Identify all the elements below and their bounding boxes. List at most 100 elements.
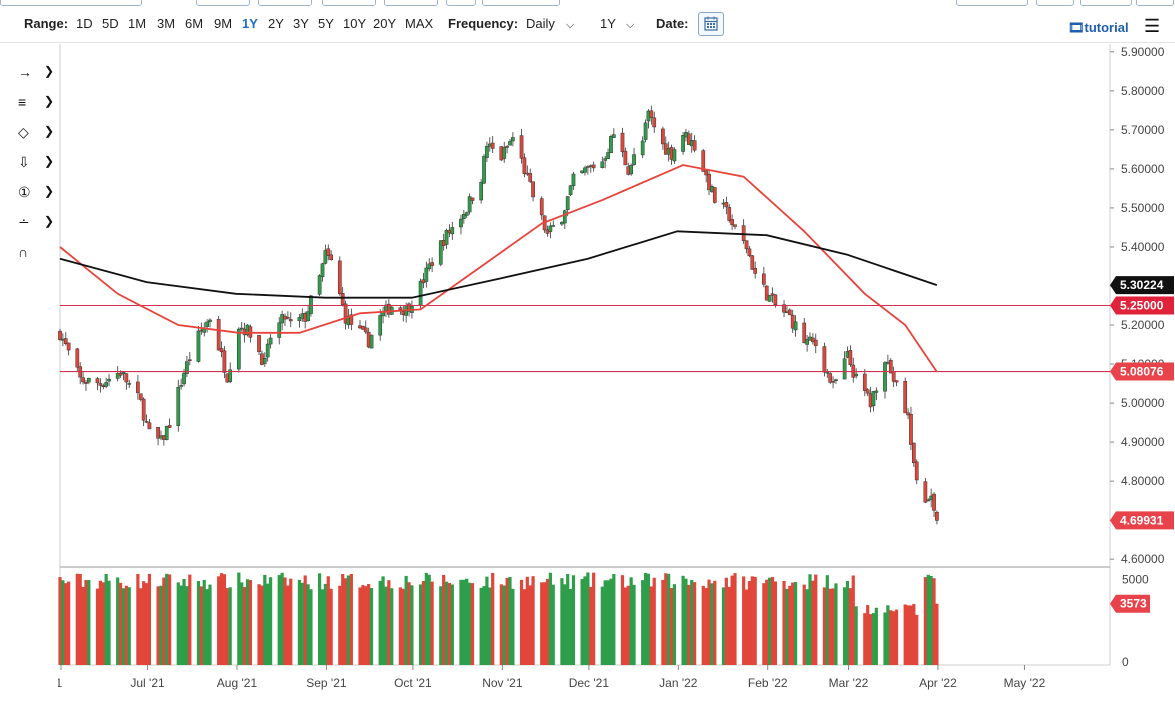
volume-bar bbox=[367, 584, 371, 665]
volume-bar bbox=[303, 575, 307, 665]
volume-bar bbox=[886, 605, 890, 665]
volume-bar bbox=[742, 576, 746, 665]
volume-bar bbox=[202, 579, 206, 665]
volume-bar bbox=[721, 587, 726, 665]
volume-bar bbox=[629, 577, 633, 665]
volume-bar bbox=[243, 586, 247, 665]
volume-bar bbox=[566, 573, 570, 665]
candle-body bbox=[609, 135, 613, 154]
volume-bar bbox=[116, 577, 120, 665]
candle-body bbox=[712, 187, 717, 203]
volume-bar bbox=[531, 576, 535, 665]
volume-bar bbox=[95, 588, 100, 665]
volume-bar bbox=[894, 609, 899, 665]
volume-bar bbox=[935, 603, 939, 665]
volume-bar bbox=[444, 581, 449, 665]
candle-body bbox=[490, 142, 495, 149]
volume-bar bbox=[583, 576, 587, 665]
volume-bar bbox=[848, 588, 852, 665]
price-chart[interactable]: 5.90000 5.80000 5.70000 5.60000 5.50000 5.400… bbox=[0, 0, 1175, 706]
volume-bar bbox=[765, 579, 769, 665]
x-tick-label: Dec '21 bbox=[569, 676, 610, 690]
candle-body bbox=[730, 219, 734, 226]
x-tick-label: Mar '22 bbox=[829, 676, 869, 690]
volume-bar bbox=[222, 574, 227, 665]
volume-bar bbox=[401, 588, 405, 665]
volume-bar bbox=[724, 577, 728, 665]
volume-bar bbox=[199, 586, 203, 665]
candle-body bbox=[672, 149, 677, 162]
volume-bar bbox=[364, 586, 368, 665]
candle-body bbox=[482, 156, 486, 184]
candle-body bbox=[531, 181, 535, 198]
candle-body bbox=[136, 381, 140, 394]
candle-body bbox=[539, 198, 544, 216]
volume-bar bbox=[268, 577, 273, 665]
volume-bar bbox=[791, 582, 795, 665]
candle-body bbox=[692, 140, 697, 151]
volume-tick-label: 5000 bbox=[1122, 572, 1149, 586]
candle-body bbox=[753, 268, 758, 274]
volume-bar bbox=[543, 582, 547, 665]
candle-body bbox=[822, 346, 827, 373]
candle-body bbox=[459, 218, 463, 228]
candle-body bbox=[84, 381, 88, 384]
candle-body bbox=[583, 167, 587, 173]
candle-body bbox=[600, 161, 605, 168]
candle-body bbox=[196, 330, 201, 362]
candle-body bbox=[571, 173, 576, 187]
volume-bar bbox=[462, 579, 466, 665]
volume-bar bbox=[563, 584, 567, 665]
volume-bar bbox=[124, 585, 128, 665]
volume-bar bbox=[358, 587, 362, 665]
candle-body bbox=[828, 373, 833, 383]
candle-body bbox=[138, 393, 143, 400]
volume-bar bbox=[568, 588, 573, 665]
volume-bar bbox=[782, 580, 786, 665]
volume-bar bbox=[488, 587, 492, 665]
candle-body bbox=[107, 378, 111, 382]
candle-body bbox=[268, 337, 273, 345]
y-tick-label: 5.80000 bbox=[1121, 84, 1165, 98]
volume-bar bbox=[260, 585, 264, 665]
volume-bar bbox=[205, 589, 209, 665]
volume-bar bbox=[906, 605, 910, 665]
volume-bar bbox=[866, 605, 870, 665]
volume-bar bbox=[834, 583, 838, 665]
candle-body bbox=[519, 135, 524, 159]
candle-body bbox=[205, 321, 209, 327]
candle-body bbox=[320, 263, 325, 278]
volume-bar bbox=[843, 587, 847, 665]
y-tick-label: 4.90000 bbox=[1121, 435, 1165, 449]
candle-body bbox=[464, 212, 469, 216]
candle-body bbox=[216, 319, 221, 351]
volume-bar bbox=[903, 604, 907, 665]
volume-bar bbox=[64, 583, 68, 665]
volume-bar bbox=[118, 582, 123, 665]
volume-bar bbox=[165, 573, 169, 665]
volume-bar bbox=[592, 572, 596, 665]
volume-bar bbox=[381, 576, 385, 665]
volume-bar bbox=[156, 586, 160, 665]
candle-body bbox=[369, 334, 374, 349]
candle-body bbox=[236, 328, 241, 370]
candle-body bbox=[257, 335, 261, 353]
volume-bar bbox=[499, 584, 503, 665]
volume-bar bbox=[300, 582, 304, 665]
price-marker-label: 5.30224 bbox=[1120, 278, 1164, 292]
price-marker-label: 5.25000 bbox=[1120, 299, 1164, 313]
volume-bar bbox=[505, 577, 509, 665]
volume-bar bbox=[361, 585, 365, 665]
volume-bar bbox=[687, 584, 691, 665]
volume-bar bbox=[439, 586, 443, 665]
candle-body bbox=[871, 391, 876, 406]
volume-bar bbox=[228, 587, 232, 665]
candle-body bbox=[505, 146, 509, 148]
volume-bar bbox=[825, 575, 829, 665]
volume-bar bbox=[831, 588, 835, 665]
volume-bar bbox=[320, 589, 325, 665]
volume-bar bbox=[929, 575, 933, 665]
y-tick-label: 5.20000 bbox=[1121, 318, 1165, 332]
candle-body bbox=[479, 182, 484, 201]
volume-bar bbox=[398, 587, 402, 665]
